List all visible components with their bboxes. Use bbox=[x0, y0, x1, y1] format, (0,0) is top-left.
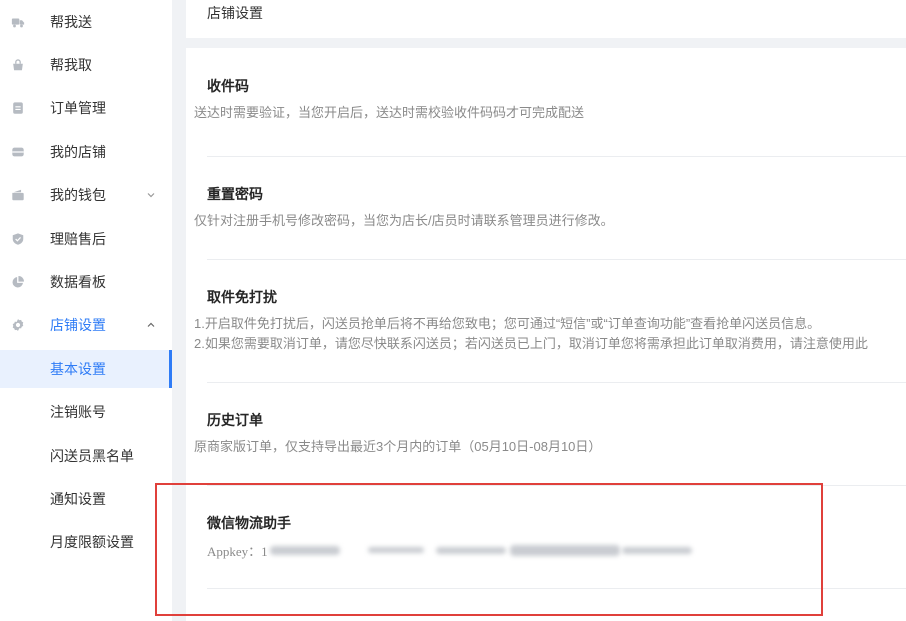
sidebar-item-label: 帮我送 bbox=[50, 13, 92, 30]
sidebar-item-store-settings[interactable]: 店铺设置 bbox=[0, 304, 172, 347]
sidebar-subitem-label: 月度限额设置 bbox=[50, 534, 134, 551]
section-receipt-code: 收件码 送达时需要验证，当您开启后，送达时需校验收件码码才可完成配送 bbox=[194, 48, 906, 157]
section-description: 2.如果您需要取消订单，请您尽快联系闪送员；若闪送员已上门，取消订单您将需承担此… bbox=[194, 336, 868, 351]
sidebar-subitem-label: 闪送员黑名单 bbox=[50, 447, 134, 464]
section-reset-password: 重置密码 仅针对注册手机号修改密码，当您为店长/店员时请联系管理员进行修改。 bbox=[194, 157, 906, 260]
section-wechat-logistics-assistant: 微信物流助手 Appkey：1 bbox=[207, 486, 906, 589]
sidebar-item-label: 数据看板 bbox=[50, 274, 106, 291]
sidebar-item-label: 我的钱包 bbox=[50, 187, 106, 204]
appkey-label: Appkey：1 bbox=[207, 543, 268, 559]
section-title: 重置密码 bbox=[207, 186, 263, 202]
sidebar-item-my-store[interactable]: 我的店铺 bbox=[0, 130, 172, 173]
sidebar-item-label: 订单管理 bbox=[50, 100, 106, 117]
chevron-up-icon bbox=[146, 320, 156, 330]
page-title: 店铺设置 bbox=[207, 5, 263, 21]
section-title: 微信物流助手 bbox=[207, 515, 291, 531]
redacted-blur bbox=[269, 545, 340, 555]
sidebar-item-deliver-for-me[interactable]: 帮我送 bbox=[0, 0, 172, 43]
section-title: 收件码 bbox=[207, 78, 249, 94]
sidebar-subitem-cancel-account[interactable]: 注销账号 bbox=[0, 391, 172, 434]
chevron-down-icon bbox=[146, 190, 156, 200]
sidebar-item-data-dashboard[interactable]: 数据看板 bbox=[0, 260, 172, 303]
sidebar-subitem-label: 注销账号 bbox=[50, 404, 106, 421]
redacted-blur bbox=[621, 546, 692, 554]
store-icon bbox=[11, 145, 25, 159]
redacted-blur bbox=[367, 547, 424, 553]
shield-icon bbox=[11, 232, 25, 246]
sidebar-item-claims-after-sales[interactable]: 理赔售后 bbox=[0, 217, 172, 260]
sidebar-item-my-wallet[interactable]: 我的钱包 bbox=[0, 174, 172, 217]
sidebar-item-label: 店铺设置 bbox=[50, 317, 106, 334]
settings-card: 收件码 送达时需要验证，当您开启后，送达时需校验收件码码才可完成配送 重置密码 … bbox=[186, 48, 906, 621]
sidebar-item-label: 帮我取 bbox=[50, 57, 92, 74]
sidebar-subitem-notification-settings[interactable]: 通知设置 bbox=[0, 477, 172, 520]
section-description: 仅针对注册手机号修改密码，当您为店长/店员时请联系管理员进行修改。 bbox=[194, 213, 614, 228]
redacted-blur bbox=[509, 544, 620, 556]
sidebar-item-label: 我的店铺 bbox=[50, 143, 106, 160]
section-description: 原商家版订单，仅支持导出最近3个月内的订单（05月10日-08月10日） bbox=[194, 439, 602, 454]
sidebar-subitem-basic-settings[interactable]: 基本设置 bbox=[0, 347, 172, 390]
bag-icon bbox=[11, 58, 25, 72]
sidebar-menu: 帮我送 帮我取 订单管理 我的店铺 我的钱包 理赔售后 数据看板 店铺设置 基本… bbox=[0, 0, 172, 564]
sidebar-subitem-label: 通知设置 bbox=[50, 490, 106, 507]
sidebar-item-pickup-for-me[interactable]: 帮我取 bbox=[0, 43, 172, 86]
section-order-history: 历史订单 原商家版订单，仅支持导出最近3个月内的订单（05月10日-08月10日… bbox=[194, 383, 906, 486]
truck-icon bbox=[11, 15, 25, 29]
sidebar-item-label: 理赔售后 bbox=[50, 230, 106, 247]
document-icon bbox=[11, 101, 25, 115]
page-header: 店铺设置 bbox=[186, 0, 906, 38]
sidebar-subitem-label: 基本设置 bbox=[50, 360, 106, 377]
section-pickup-do-not-disturb: 取件免打扰 1.开启取件免打扰后，闪送员抢单后将不再给您致电；您可通过“短信”或… bbox=[194, 260, 906, 383]
sidebar: 帮我送 帮我取 订单管理 我的店铺 我的钱包 理赔售后 数据看板 店铺设置 基本… bbox=[0, 0, 172, 621]
redacted-blur bbox=[435, 546, 506, 554]
sidebar-subitem-courier-blacklist[interactable]: 闪送员黑名单 bbox=[0, 434, 172, 477]
appkey-row: Appkey：1 bbox=[207, 540, 906, 560]
sidebar-subitem-monthly-limit-settings[interactable]: 月度限额设置 bbox=[0, 521, 172, 564]
section-description: 1.开启取件免打扰后，闪送员抢单后将不再给您致电；您可通过“短信”或“订单查询功… bbox=[194, 316, 821, 331]
section-description: 送达时需要验证，当您开启后，送达时需校验收件码码才可完成配送 bbox=[194, 105, 585, 120]
wallet-icon bbox=[11, 188, 25, 202]
gear-icon bbox=[11, 318, 25, 332]
section-title: 取件免打扰 bbox=[207, 289, 277, 305]
pie-chart-icon bbox=[11, 275, 25, 289]
sidebar-item-order-management[interactable]: 订单管理 bbox=[0, 87, 172, 130]
section-title: 历史订单 bbox=[207, 412, 263, 428]
